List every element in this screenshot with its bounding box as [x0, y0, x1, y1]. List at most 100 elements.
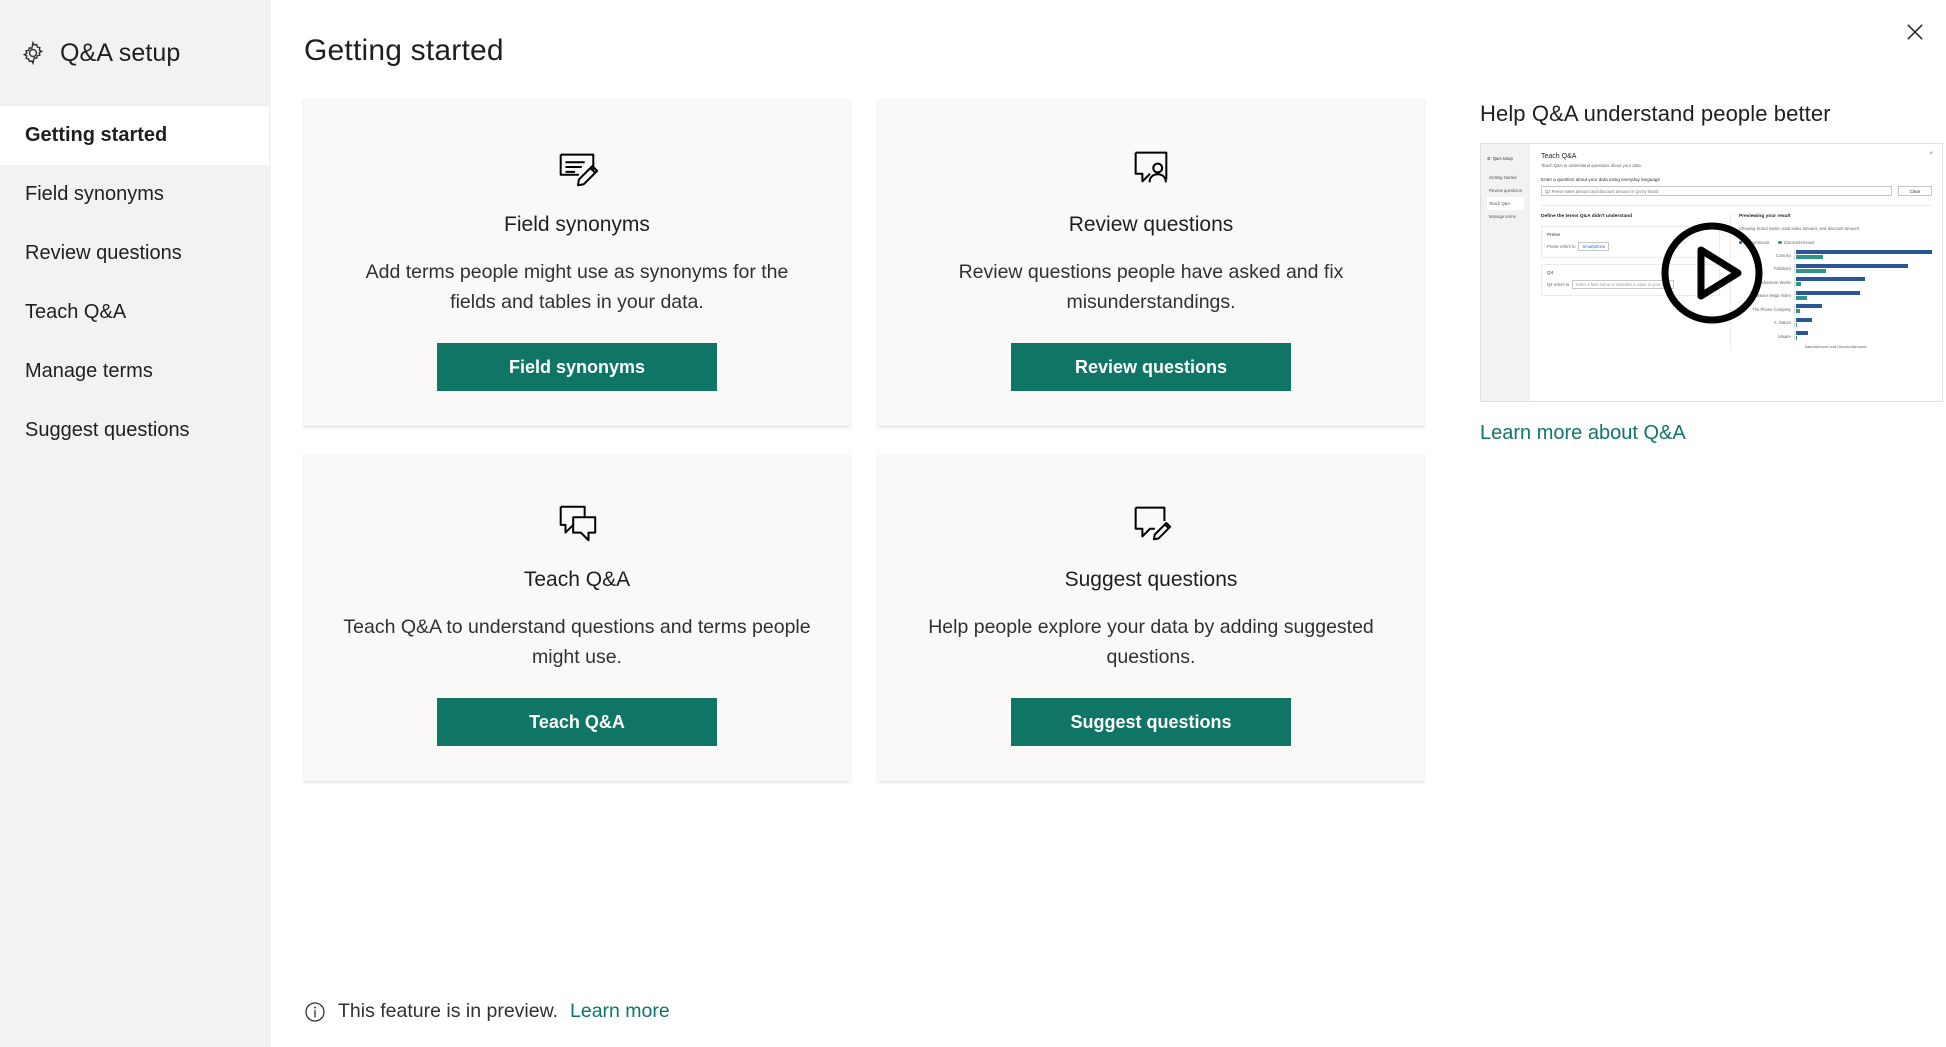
chart-bar-salesamount [1795, 250, 1932, 254]
chart-bar-salesamount [1795, 290, 1860, 295]
close-icon [1906, 23, 1924, 44]
cards-area: Field synonyms Add terms people might us… [304, 99, 1452, 1047]
chart-bars [1793, 263, 1932, 274]
preview-footer-text: This feature is in preview. [338, 1000, 559, 1022]
thumbnail-nav-item-selected: Teach Q&A [1487, 197, 1524, 210]
card-description: Help people explore your data by adding … [928, 616, 1374, 668]
play-icon[interactable] [1660, 221, 1764, 325]
content-area: Field synonyms Add terms people might us… [304, 99, 1946, 1047]
two-comments-icon [554, 492, 600, 554]
sidebar-title: Q&A setup [60, 38, 181, 67]
learn-more-link[interactable]: Learn more [570, 1000, 670, 1023]
sidebar-item-label: Teach Q&A [25, 301, 127, 323]
chart-row: Litware Mega Video [1739, 290, 1932, 301]
thumbnail-term-placeholder: Enter a field name or describe a value i… [1572, 280, 1674, 289]
suggest-questions-button[interactable]: Suggest questions [1011, 698, 1291, 746]
chart-bar-salesamount [1795, 304, 1822, 308]
chart-row: Litware [1739, 331, 1932, 341]
teach-qa-button[interactable]: Teach Q&A [437, 698, 717, 746]
sidebar-item-teach-qa[interactable]: Teach Q&A [0, 283, 269, 342]
sidebar-item-label: Manage terms [25, 360, 153, 382]
chart-bar-salesamount [1795, 277, 1866, 281]
sidebar-item-label: Getting started [25, 124, 168, 146]
chart-bar-discountamount [1795, 309, 1801, 313]
chart-bar-salesamount [1795, 317, 1813, 322]
comment-edit-icon [1128, 492, 1174, 554]
thumbnail-term-prompt: Q4 refers to [1547, 282, 1570, 287]
chart-legend: SalesAmount DiscountAmount [1738, 240, 1932, 245]
help-video[interactable]: ⚙ Q&A setup Getting started Review quest… [1480, 143, 1943, 402]
card-title: Teach Q&A [523, 568, 631, 591]
learn-more-about-qa-link[interactable]: Learn more about Q&A [1480, 422, 1686, 445]
thumbnail-term-prompt: Preise refers to [1547, 244, 1576, 249]
card-title: Review questions [1068, 213, 1234, 236]
thumbnail-result-subtitle: Showing brand name, total sales amount, … [1738, 226, 1860, 231]
thumbnail-title: Teach Q&A [1541, 153, 1577, 160]
chart-bar-discountamount [1795, 255, 1824, 259]
card-title: Field synonyms [504, 213, 650, 236]
thumbnail-result-heading: Previewing your result [1738, 214, 1791, 219]
preview-footer: This feature is in preview. Learn more [304, 1000, 670, 1023]
review-questions-button[interactable]: Review questions [1011, 343, 1291, 391]
thumbnail-term-value: Smartphone [1578, 242, 1610, 251]
card-description: Review questions people have asked and f… [958, 261, 1344, 313]
chart-row: Contoso [1739, 250, 1932, 260]
chart-bar-salesamount [1795, 263, 1908, 268]
cards-grid: Field synonyms Add terms people might us… [304, 99, 1452, 781]
gear-icon: ⚙ [1487, 156, 1491, 161]
sidebar-item-suggest-questions[interactable]: Suggest questions [0, 401, 269, 460]
thumbnail-nav-item: Manage terms [1489, 214, 1516, 219]
close-icon: × [1929, 151, 1933, 157]
chart-bars [1793, 290, 1932, 301]
card-suggest-questions: Suggest questions Help people explore yo… [878, 454, 1424, 781]
chart-bar-discountamount [1795, 336, 1798, 340]
chart-bars [1793, 250, 1932, 260]
sidebar-item-label: Field synonyms [25, 183, 164, 205]
thumbnail-question-row: Q2 Preise sales amount and discount amou… [1541, 186, 1932, 196]
close-button[interactable] [1892, 10, 1938, 56]
thumbnail-sidebar-title: ⚙ Q&A setup [1487, 153, 1524, 164]
qa-setup-dialog: Q&A setup Getting started Field synonyms… [0, 0, 1946, 1047]
chart-bar-discountamount [1795, 268, 1826, 273]
page-title: Getting started [304, 34, 504, 67]
card-title: Suggest questions [1064, 568, 1238, 591]
chart-bar-discountamount [1795, 322, 1798, 327]
note-edit-icon [554, 137, 600, 199]
legend-item-discount: DiscountAmount [1778, 240, 1815, 245]
chart-bar-salesamount [1795, 331, 1809, 335]
chart-x-label: SalesAmount and DiscountAmount [1804, 344, 1867, 349]
thumbnail-nav-item: Getting started [1489, 175, 1517, 180]
thumbnail-define-heading: Define the terms Q&A didn't understand [1541, 214, 1633, 219]
chart-bars [1793, 277, 1932, 287]
chart-row: Fabrikam [1739, 263, 1932, 274]
help-panel-title: Help Q&A understand people better [1480, 101, 1831, 126]
sidebar-item-label: Review questions [25, 242, 182, 264]
chart-row: A. Datum [1739, 317, 1932, 328]
chart-bars [1793, 331, 1932, 341]
card-description: Add terms people might use as synonyms f… [365, 261, 789, 313]
sidebar: Q&A setup Getting started Field synonyms… [0, 0, 270, 1047]
chart-bar-discountamount [1795, 295, 1807, 300]
sidebar-item-label: Suggest questions [25, 419, 190, 441]
sidebar-item-getting-started[interactable]: Getting started [0, 106, 269, 165]
sidebar-item-manage-terms[interactable]: Manage terms [0, 342, 269, 401]
card-field-synonyms: Field synonyms Add terms people might us… [304, 99, 850, 426]
sidebar-item-review-questions[interactable]: Review questions [0, 224, 269, 283]
main-content: Getting started Field synonyms Add terms… [270, 0, 1946, 1047]
info-icon [304, 1001, 326, 1023]
chart-row: Adventure Works [1739, 277, 1932, 287]
thumbnail-nav-item: Review questions [1489, 188, 1522, 193]
thumbnail-sidebar: ⚙ Q&A setup Getting started Review quest… [1481, 144, 1530, 401]
field-synonyms-button[interactable]: Field synonyms [437, 343, 717, 391]
chart-bar-discountamount [1795, 282, 1802, 286]
card-teach-qa: Teach Q&A Teach Q&A to understand questi… [304, 454, 850, 781]
chart-bars [1793, 304, 1932, 314]
preview-bar-chart: Contoso Fabrikam Adventure Works Litware Me… [1739, 250, 1932, 341]
thumbnail-question-input: Q2 Preise sales amount and discount amou… [1541, 186, 1892, 196]
help-panel: Help Q&A understand people better ⚙ Q&A … [1480, 99, 1946, 1047]
sidebar-item-field-synonyms[interactable]: Field synonyms [0, 165, 269, 224]
card-review-questions: Review questions Review questions people… [878, 99, 1424, 426]
thumbnail-subtitle: Teach Q&A to understand questions about … [1541, 163, 1642, 168]
chart-row: The Phone Company [1739, 304, 1932, 314]
gear-icon [20, 40, 46, 66]
